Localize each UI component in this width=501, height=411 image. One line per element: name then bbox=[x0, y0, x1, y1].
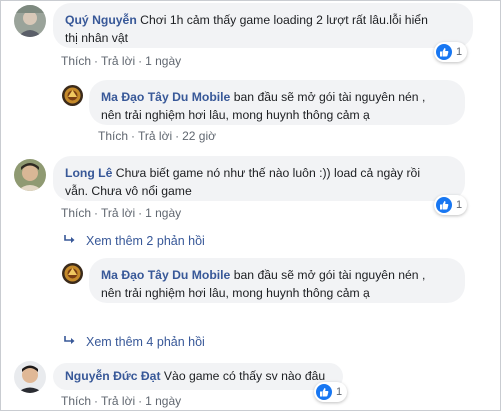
reply-arrow-icon bbox=[64, 234, 76, 248]
reply-author[interactable]: Ma Đạo Tây Du Mobile bbox=[101, 90, 230, 104]
reply-actions: Thích · Trả lời · 22 giờ bbox=[98, 129, 216, 143]
reply-bubble: Ma Đạo Tây Du Mobile ban đầu sẽ mở gói t… bbox=[89, 258, 465, 303]
avatar[interactable] bbox=[14, 361, 46, 393]
view-more-replies-link[interactable]: Xem thêm 4 phản hồi bbox=[64, 335, 205, 349]
reply-link[interactable]: Trả lời bbox=[101, 394, 135, 408]
reply-author[interactable]: Ma Đạo Tây Du Mobile bbox=[101, 268, 230, 282]
timestamp[interactable]: 22 giờ bbox=[182, 129, 216, 143]
avatar[interactable] bbox=[14, 159, 46, 191]
reply-link[interactable]: Trả lời bbox=[101, 54, 135, 68]
timestamp[interactable]: 1 ngày bbox=[145, 54, 181, 68]
comments-panel: Quý Nguyễn Chơi 1h cảm thấy game loading… bbox=[0, 0, 501, 411]
reply-text: ban đầu sẽ mở gói tài nguyên nén , bbox=[233, 90, 426, 104]
page-avatar[interactable] bbox=[62, 85, 83, 106]
reaction-number: 1 bbox=[456, 199, 463, 211]
reply-text: ban đầu sẽ mở gói tài nguyên nén , bbox=[233, 268, 426, 282]
comment-author[interactable]: Quý Nguyễn bbox=[65, 13, 137, 27]
reaction-count[interactable]: 1 bbox=[434, 42, 468, 62]
comment-text: Vào game có thấy sv nào đâu bbox=[163, 369, 326, 383]
comment-text: Chơi 1h cảm thấy game loading 2 lượt rất… bbox=[140, 13, 428, 27]
like-link[interactable]: Thích bbox=[61, 54, 91, 68]
comment-author[interactable]: Nguyễn Đức Đạt bbox=[65, 369, 161, 383]
thumbs-up-icon bbox=[316, 384, 332, 400]
reply-link[interactable]: Trả lời bbox=[101, 206, 135, 220]
like-link[interactable]: Thích bbox=[61, 206, 91, 220]
comment-bubble: Nguyễn Đức Đạt Vào game có thấy sv nào đ… bbox=[53, 363, 343, 390]
comment-text: Chưa biết game nó như thế nào luôn :)) l… bbox=[115, 166, 421, 180]
comment-author[interactable]: Long Lê bbox=[65, 166, 112, 180]
like-link[interactable]: Thích bbox=[98, 129, 128, 143]
reaction-count[interactable]: 1 bbox=[314, 382, 348, 402]
thumbs-up-icon bbox=[436, 44, 452, 60]
comment-text: vẫn. Chưa vô nổi game bbox=[65, 184, 192, 198]
reaction-number: 1 bbox=[336, 386, 343, 398]
view-more-label[interactable]: Xem thêm 2 phản hồi bbox=[86, 234, 205, 248]
reaction-number: 1 bbox=[456, 46, 463, 58]
view-more-label[interactable]: Xem thêm 4 phản hồi bbox=[86, 335, 205, 349]
reply-text: nên trải nghiệm hơi lâu, mong huynh thôn… bbox=[101, 286, 370, 300]
reply-arrow-icon bbox=[64, 335, 76, 349]
comment-actions: Thích · Trả lời · 1 ngày bbox=[61, 54, 182, 68]
page-avatar[interactable] bbox=[62, 263, 83, 284]
comment-bubble: Quý Nguyễn Chơi 1h cảm thấy game loading… bbox=[53, 3, 473, 48]
like-link[interactable]: Thích bbox=[61, 394, 91, 408]
timestamp[interactable]: 1 ngày bbox=[145, 394, 181, 408]
avatar[interactable] bbox=[14, 5, 46, 37]
reaction-count[interactable]: 1 bbox=[434, 195, 468, 215]
comment-text: thị nhân vật bbox=[65, 31, 129, 45]
comment-actions: Thích · Trả lời · 1 ngày bbox=[61, 206, 182, 220]
thumbs-up-icon bbox=[436, 197, 452, 213]
comment-bubble: Long Lê Chưa biết game nó như thế nào lu… bbox=[53, 156, 465, 201]
reply-bubble: Ma Đạo Tây Du Mobile ban đầu sẽ mở gói t… bbox=[89, 80, 465, 125]
view-more-replies-link[interactable]: Xem thêm 2 phản hồi bbox=[64, 234, 205, 248]
comment-actions: Thích · Trả lời · 1 ngày bbox=[61, 394, 182, 408]
reply-link[interactable]: Trả lời bbox=[138, 129, 172, 143]
reply-text: nên trải nghiệm hơi lâu, mong huynh thôn… bbox=[101, 108, 370, 122]
timestamp[interactable]: 1 ngày bbox=[145, 206, 181, 220]
